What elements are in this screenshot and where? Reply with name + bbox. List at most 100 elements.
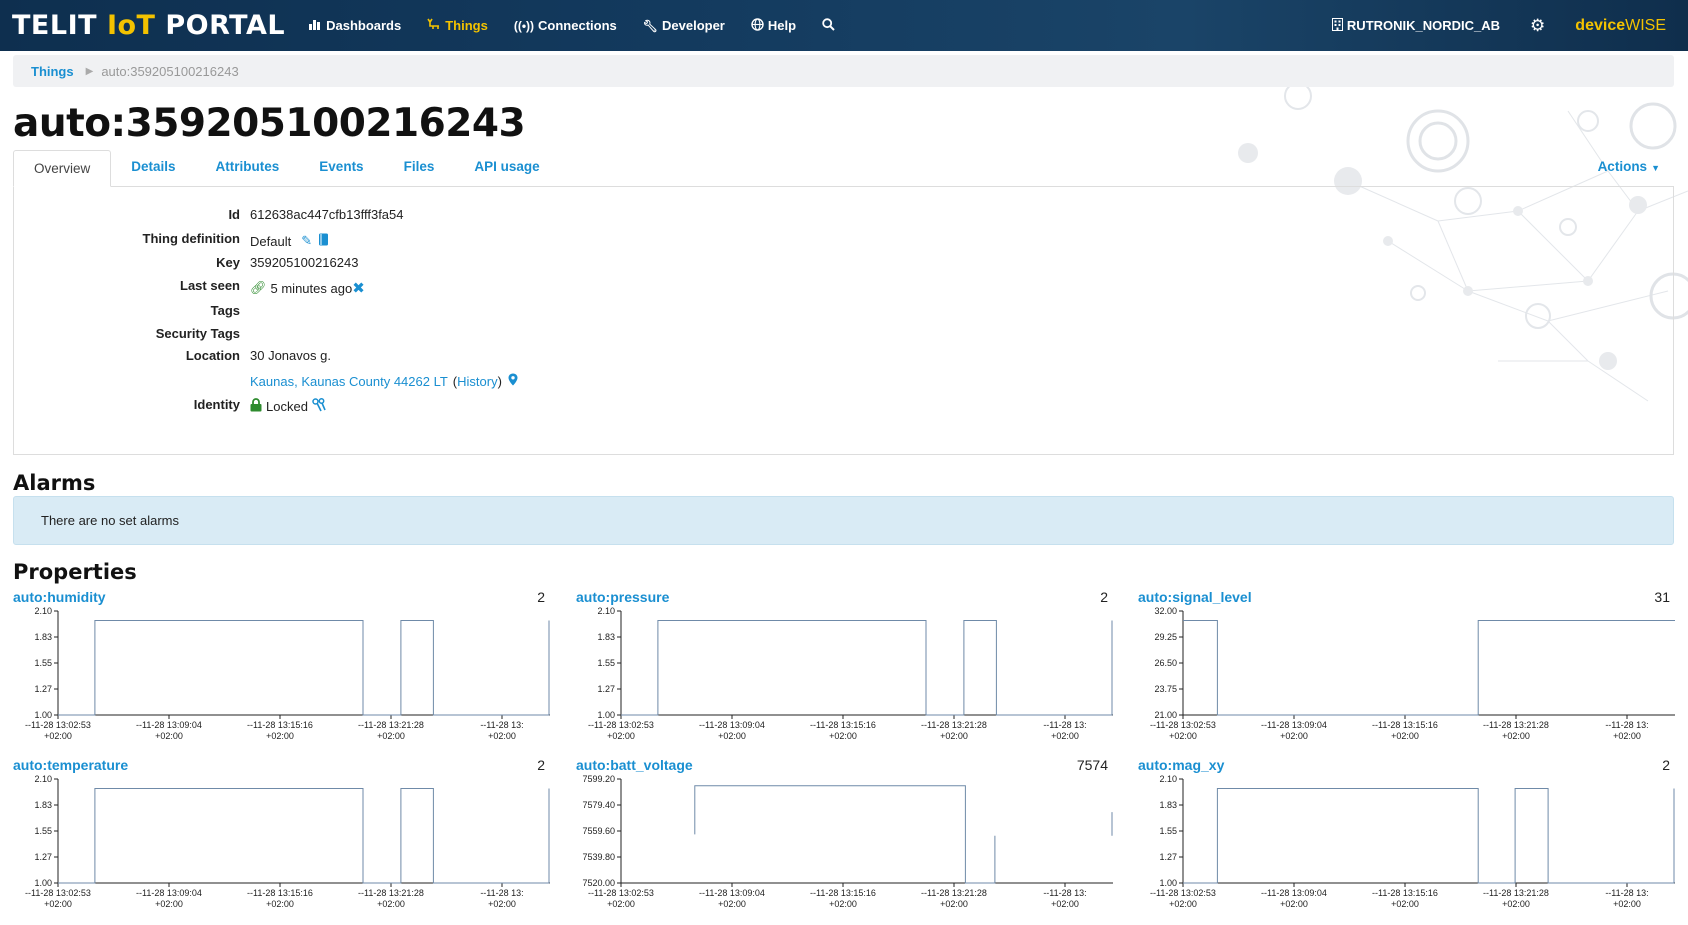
x-tick-label: --11-28 13:21:28: [1483, 888, 1549, 898]
y-tick-label: 7520.00: [582, 878, 615, 888]
x-tick-sublabel: +02:00: [940, 899, 968, 909]
lock-icon: [250, 398, 262, 415]
building-icon: [1331, 17, 1343, 34]
y-tick-label: 1.27: [34, 852, 52, 862]
key-value: 359205100216243: [250, 255, 359, 270]
x-tick-label: --11-28 13:: [480, 720, 523, 730]
tab-files[interactable]: Files: [384, 149, 455, 186]
property-name-link[interactable]: auto:mag_xy: [1138, 757, 1224, 773]
x-tick-sublabel: +02:00: [718, 731, 746, 741]
x-tick-label: --11-28 13:09:04: [699, 720, 765, 730]
x-tick-sublabel: +02:00: [829, 731, 857, 741]
y-tick-label: 1.00: [34, 710, 52, 720]
property-batt-voltage: auto:batt_voltage 7574 7599.20 7579.40 755…: [576, 757, 1116, 925]
map-marker-icon[interactable]: [508, 373, 518, 389]
property-name-link[interactable]: auto:batt_voltage: [576, 757, 693, 773]
series-line: [58, 788, 550, 884]
identity-label: Identity: [193, 397, 240, 412]
y-tick-label: 23.75: [1154, 684, 1177, 694]
x-tick-sublabel: +02:00: [266, 899, 294, 909]
devicewise-logo: deviceWISE: [1575, 16, 1666, 34]
y-tick-label: 1.83: [34, 632, 52, 642]
thing-definition-value: Default: [250, 233, 292, 249]
location-address-line2[interactable]: Kaunas, Kaunas County 44262 LT: [250, 374, 448, 389]
x-tick-sublabel: +02:00: [44, 731, 72, 741]
x-tick-sublabel: +02:00: [155, 899, 183, 909]
id-label: Id: [228, 207, 240, 222]
x-tick-label: --11-28 13:15:16: [1372, 888, 1438, 898]
nav-developer[interactable]: 🔧︎ Developer: [643, 18, 725, 33]
organization-switcher[interactable]: RUTRONIK_NORDIC_AB: [1331, 17, 1500, 34]
x-tick-label: --11-28 13:09:04: [699, 888, 765, 898]
tab-events[interactable]: Events: [299, 149, 383, 186]
x-tick-sublabel: +02:00: [1391, 731, 1419, 741]
breadcrumb-things-link[interactable]: Things: [31, 64, 74, 79]
globe-icon: [751, 17, 764, 34]
tab-api-usage[interactable]: API usage: [454, 149, 559, 186]
y-tick-label: 32.00: [1154, 607, 1177, 616]
location-address-line1[interactable]: 30 Jonavos g.: [250, 348, 331, 363]
x-tick-label: --11-28 13:09:04: [1261, 888, 1327, 898]
series-line: [694, 785, 996, 884]
disconnect-icon[interactable]: ✖: [352, 279, 365, 297]
last-seen-value: 5 minutes ago: [270, 280, 353, 296]
actions-dropdown[interactable]: Actions ▼: [1598, 149, 1660, 186]
tab-attributes[interactable]: Attributes: [196, 149, 300, 186]
thing-definition-label: Thing definition: [142, 231, 240, 246]
x-tick-sublabel: +02:00: [1502, 899, 1530, 909]
x-tick-sublabel: +02:00: [1051, 731, 1079, 741]
nav-connections[interactable]: ((•)) Connections: [514, 18, 617, 33]
property-current-value: 2: [537, 589, 545, 605]
book-icon[interactable]: [318, 233, 329, 249]
y-tick-label: 1.55: [1159, 826, 1177, 836]
nav-dashboards[interactable]: Dashboards: [309, 18, 401, 33]
y-tick-label: 7579.40: [582, 800, 615, 810]
tab-details[interactable]: Details: [111, 149, 195, 186]
x-tick-label: --11-28 13:15:16: [247, 888, 313, 898]
x-tick-sublabel: +02:00: [488, 899, 516, 909]
y-tick-label: 26.50: [1154, 658, 1177, 668]
y-tick-label: 1.00: [1159, 878, 1177, 888]
y-tick-label: 2.10: [1159, 775, 1177, 784]
y-tick-label: 1.55: [597, 658, 615, 668]
property-name-link[interactable]: auto:temperature: [13, 757, 128, 773]
property-current-value: 7574: [1076, 757, 1108, 773]
x-tick-sublabel: +02:00: [718, 899, 746, 909]
property-name-link[interactable]: auto:signal_level: [1138, 589, 1252, 605]
x-tick-sublabel: +02:00: [1051, 899, 1079, 909]
x-tick-sublabel: +02:00: [829, 899, 857, 909]
x-tick-label: --11-28 13:02:53: [588, 888, 654, 898]
x-tick-label: --11-28 13:02:53: [1150, 720, 1216, 730]
x-tick-label: --11-28 13:09:04: [1261, 720, 1327, 730]
property-chart: 2.101.831.551.271.00--11-28 13:02:53+02:…: [588, 607, 1113, 741]
location-history-link[interactable]: History: [457, 374, 497, 389]
x-tick-sublabel: +02:00: [1613, 899, 1641, 909]
x-tick-label: --11-28 13:02:53: [25, 720, 91, 730]
y-tick-label: 7539.80: [582, 852, 615, 862]
gear-icon[interactable]: ⚙: [1530, 16, 1545, 36]
x-tick-label: --11-28 13:21:28: [921, 720, 987, 730]
x-tick-label: --11-28 13:21:28: [358, 720, 424, 730]
property-name-link[interactable]: auto:humidity: [13, 589, 106, 605]
edit-icon[interactable]: ✎: [301, 233, 312, 249]
telit-logo[interactable]: TELIT IoT PORTAL: [12, 10, 285, 41]
series-line: [1183, 788, 1675, 884]
property-chart: 2.101.831.551.271.00--11-28 13:02:53+02:…: [1150, 775, 1675, 909]
nav-help[interactable]: Help: [751, 17, 796, 34]
search-icon: [822, 17, 835, 34]
x-tick-sublabel: +02:00: [1169, 899, 1197, 909]
x-tick-sublabel: +02:00: [1169, 731, 1197, 741]
alarms-heading: Alarms: [13, 471, 96, 495]
overview-panel: Id 612638ac447cfb13fff3fa54 Thing defini…: [13, 187, 1674, 455]
series-line: [1183, 620, 1675, 716]
keys-icon[interactable]: [312, 398, 326, 415]
search-button[interactable]: [822, 17, 835, 34]
nav-things[interactable]: Things: [427, 18, 488, 33]
y-tick-label: 1.83: [597, 632, 615, 642]
property-name-link[interactable]: auto:pressure: [576, 589, 669, 605]
x-tick-sublabel: +02:00: [488, 731, 516, 741]
x-tick-sublabel: +02:00: [1613, 731, 1641, 741]
x-tick-label: --11-28 13:15:16: [1372, 720, 1438, 730]
breadcrumb-separator-icon: ▶: [85, 65, 94, 77]
tab-overview[interactable]: Overview: [13, 150, 112, 187]
